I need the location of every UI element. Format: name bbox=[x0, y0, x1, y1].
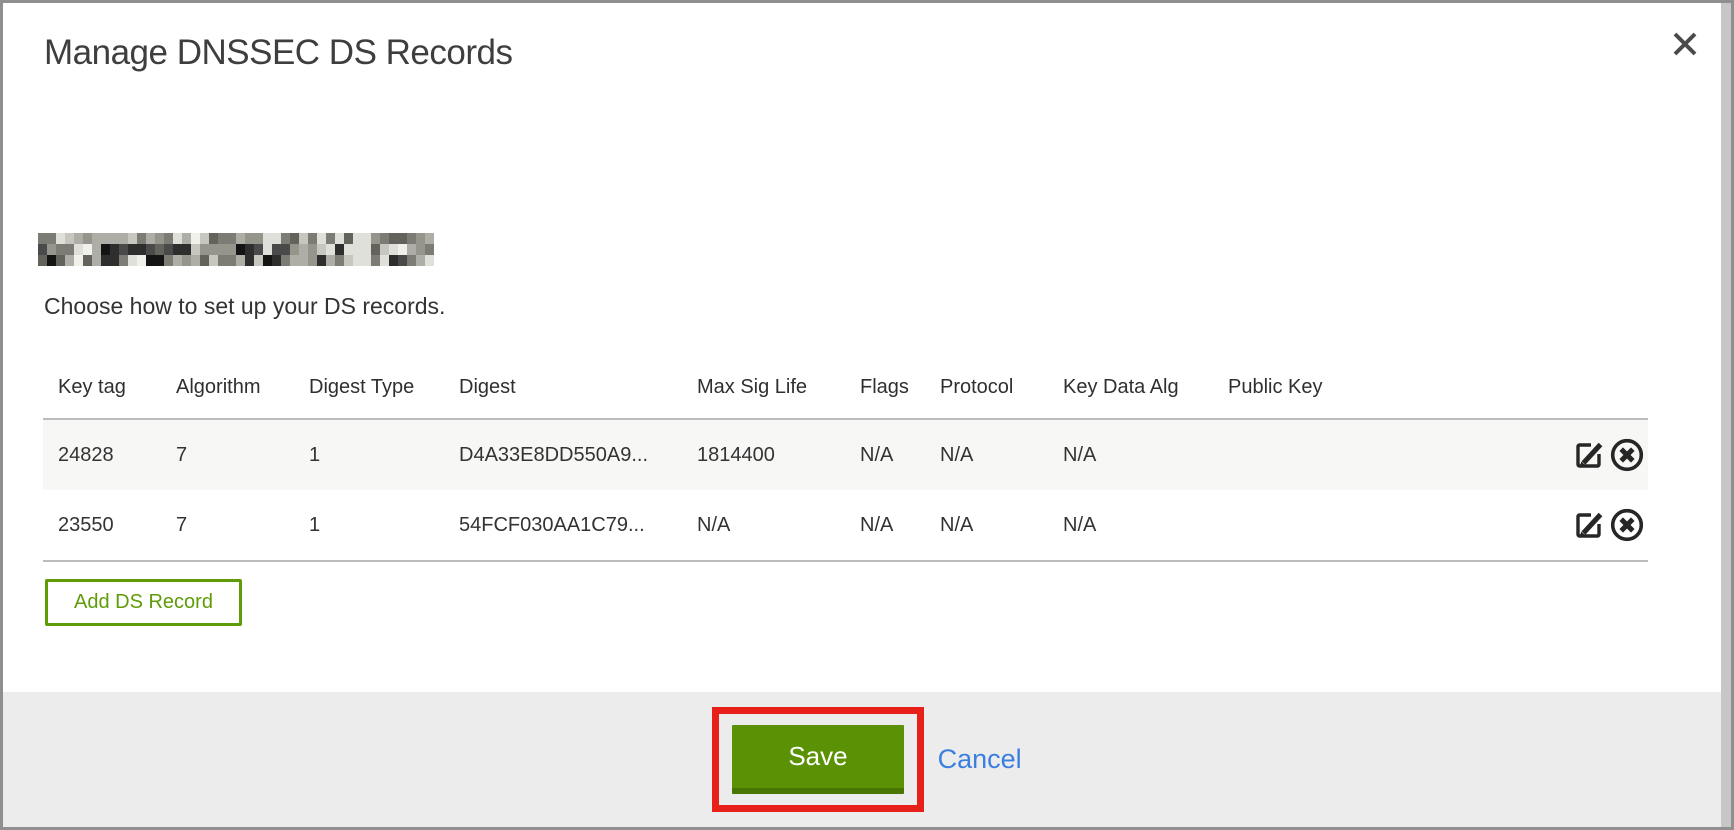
save-button[interactable]: Save bbox=[732, 725, 903, 794]
window-edge-strip bbox=[1721, 3, 1731, 827]
cell-algorithm: 7 bbox=[161, 490, 294, 561]
circle-x-glyph bbox=[1608, 506, 1646, 544]
ds-records-table: Key tag Algorithm Digest Type Digest Max… bbox=[43, 366, 1648, 562]
col-header-max-sig-life: Max Sig Life bbox=[682, 366, 845, 419]
close-icon[interactable] bbox=[1667, 27, 1703, 63]
dialog-footer: Save Cancel bbox=[3, 692, 1731, 827]
cell-actions bbox=[1543, 490, 1648, 561]
page-title: Manage DNSSEC DS Records bbox=[44, 33, 512, 73]
table-row: 24828 7 1 D4A33E8DD550A9... 1814400 N/A … bbox=[43, 419, 1648, 490]
cell-max-sig-life: N/A bbox=[682, 490, 845, 561]
cell-key-tag: 23550 bbox=[43, 490, 161, 561]
close-x-glyph bbox=[1670, 29, 1700, 59]
cell-digest-type: 1 bbox=[294, 419, 444, 490]
cancel-link[interactable]: Cancel bbox=[938, 744, 1022, 775]
cell-key-data-alg: N/A bbox=[1048, 419, 1213, 490]
col-header-digest-type: Digest Type bbox=[294, 366, 444, 419]
table-row: 23550 7 1 54FCF030AA1C79... N/A N/A N/A … bbox=[43, 490, 1648, 561]
add-ds-record-button[interactable]: Add DS Record bbox=[45, 579, 242, 626]
col-header-actions bbox=[1543, 366, 1648, 419]
cell-digest: 54FCF030AA1C79... bbox=[444, 490, 682, 561]
cell-public-key bbox=[1213, 419, 1543, 490]
edit-record-icon[interactable] bbox=[1570, 437, 1606, 473]
redacted-domain-name bbox=[38, 233, 434, 266]
cell-protocol: N/A bbox=[925, 419, 1048, 490]
col-header-key-tag: Key tag bbox=[43, 366, 161, 419]
col-header-public-key: Public Key bbox=[1213, 366, 1543, 419]
cell-protocol: N/A bbox=[925, 490, 1048, 561]
col-header-algorithm: Algorithm bbox=[161, 366, 294, 419]
delete-record-icon[interactable] bbox=[1608, 506, 1646, 544]
cell-digest: D4A33E8DD550A9... bbox=[444, 419, 682, 490]
cell-public-key bbox=[1213, 490, 1543, 561]
edit-record-icon[interactable] bbox=[1570, 507, 1606, 543]
col-header-flags: Flags bbox=[845, 366, 925, 419]
cell-flags: N/A bbox=[845, 490, 925, 561]
pencil-square-glyph bbox=[1570, 437, 1606, 473]
cell-key-data-alg: N/A bbox=[1048, 490, 1213, 561]
delete-record-icon[interactable] bbox=[1608, 436, 1646, 474]
pencil-square-glyph bbox=[1570, 507, 1606, 543]
table-header-row: Key tag Algorithm Digest Type Digest Max… bbox=[43, 366, 1648, 419]
col-header-digest: Digest bbox=[444, 366, 682, 419]
cell-flags: N/A bbox=[845, 419, 925, 490]
cell-digest-type: 1 bbox=[294, 490, 444, 561]
manage-dnssec-dialog: Manage DNSSEC DS Records Choose how to s… bbox=[0, 0, 1734, 830]
circle-x-glyph bbox=[1608, 436, 1646, 474]
cell-actions bbox=[1543, 419, 1648, 490]
col-header-key-data-alg: Key Data Alg bbox=[1048, 366, 1213, 419]
cell-algorithm: 7 bbox=[161, 419, 294, 490]
cell-max-sig-life: 1814400 bbox=[682, 419, 845, 490]
cell-key-tag: 24828 bbox=[43, 419, 161, 490]
instruction-text: Choose how to set up your DS records. bbox=[44, 293, 445, 320]
annotation-highlight-box: Save bbox=[712, 707, 923, 812]
col-header-protocol: Protocol bbox=[925, 366, 1048, 419]
